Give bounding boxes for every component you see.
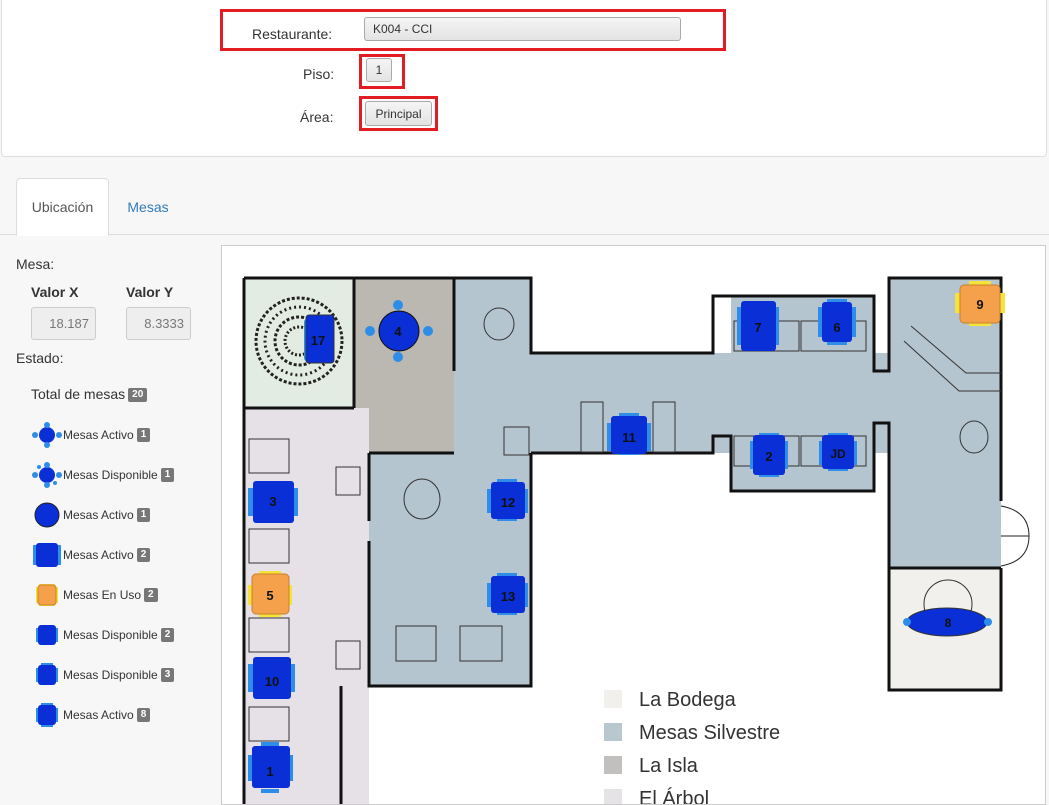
zone-swatch <box>604 756 622 774</box>
legend-label: Mesas Disponible <box>63 468 158 482</box>
table-2[interactable]: 2 <box>750 433 788 477</box>
table-12[interactable]: 12 <box>487 479 528 521</box>
restaurant-select-value: K004 - CCI <box>373 22 433 36</box>
table-13[interactable]: 13 <box>487 573 528 615</box>
tab-bar: Ubicación Mesas <box>0 178 1049 236</box>
legend-label: Mesas En Uso <box>63 588 142 602</box>
area-button[interactable]: Principal <box>365 101 432 126</box>
zone-label: La Isla <box>639 755 699 777</box>
table-6[interactable]: 6 <box>818 299 856 345</box>
total-mesas-badge: 20 <box>128 388 148 403</box>
legend-label: Mesas Activo <box>63 508 134 522</box>
square-available-icon <box>31 662 63 688</box>
legend-row: Mesas Disponible 1 <box>31 462 175 488</box>
table-number: 5 <box>266 588 273 603</box>
table-17[interactable]: 17 <box>304 314 335 364</box>
table-9[interactable]: 9 <box>955 281 1005 326</box>
table-number: 12 <box>501 495 515 510</box>
tab-mesas-label: Mesas <box>127 198 169 215</box>
zone-label: Mesas Silvestre <box>639 722 780 744</box>
area-button-value: Principal <box>375 106 422 121</box>
legend-row: Mesas Activo 2 <box>31 542 151 568</box>
table-number: 4 <box>394 324 402 339</box>
legend-label: Mesas Disponible <box>63 668 158 682</box>
estado-label: Estado: <box>16 350 64 366</box>
valor-y-input[interactable]: 8.3333 <box>126 307 191 340</box>
zone-label: El Árbol <box>639 787 709 805</box>
legend-count: 3 <box>160 668 175 682</box>
legend-label: Mesas Disponible <box>63 628 158 642</box>
square-active-icon <box>31 702 63 728</box>
square-large-active-icon <box>31 542 63 568</box>
floor-label: Piso: <box>303 66 335 82</box>
table-number: 10 <box>265 674 279 689</box>
round-small-active-icon <box>31 422 63 448</box>
legend-count: 1 <box>136 508 151 522</box>
round-large-active-icon <box>31 502 63 528</box>
door-decoration <box>1000 505 1030 567</box>
legend-row: Mesas Disponible 3 <box>31 662 175 688</box>
legend-row: Mesas Disponible 2 <box>31 622 175 648</box>
table-number: 2 <box>765 449 772 464</box>
valor-x-input[interactable]: 18.187 <box>31 307 96 340</box>
zone-swatch <box>604 789 622 804</box>
tab-ubicacion[interactable]: Ubicación <box>16 178 109 236</box>
table-number: 6 <box>833 320 840 335</box>
legend-label: Mesas Activo <box>63 428 134 442</box>
table-number: 3 <box>269 494 276 509</box>
legend-count: 2 <box>136 548 151 562</box>
round-small-available-icon <box>31 462 63 488</box>
table-5[interactable]: 5 <box>248 571 292 617</box>
floor-plan: 17 4 7 6 9 11 2 JD 3 12 5 13 8 10 1 La B… <box>221 245 1046 805</box>
total-mesas: Total de mesas 20 <box>31 386 148 403</box>
table-number: 9 <box>976 297 983 312</box>
table-number: 1 <box>266 764 273 779</box>
restaurant-label: Restaurante: <box>252 26 333 42</box>
legend-row: Mesas En Uso 2 <box>31 582 158 608</box>
zone-legend: La Bodega Mesas Silvestre La Isla El Árb… <box>604 689 780 805</box>
table-number: 8 <box>945 616 952 630</box>
legend-label: Mesas Activo <box>63 548 134 562</box>
mesa-label: Mesa: <box>16 256 55 272</box>
table-jd[interactable]: JD <box>819 433 857 471</box>
square-available-icon <box>31 622 63 648</box>
zone-label: La Bodega <box>639 689 737 711</box>
legend-count: 2 <box>144 588 158 602</box>
legend-count: 1 <box>136 428 151 442</box>
table-11[interactable]: 11 <box>607 413 651 455</box>
area-label: Área: <box>300 109 334 125</box>
table-number: JD <box>830 447 846 461</box>
restaurant-select[interactable]: K004 - CCI <box>364 17 681 41</box>
table-7[interactable]: 7 <box>737 301 779 351</box>
legend-count: 8 <box>136 708 151 722</box>
floor-plan-canvas: 17 4 7 6 9 11 2 JD 3 12 5 13 8 10 1 La B… <box>242 276 1030 805</box>
floor-button-value: 1 <box>375 63 383 77</box>
valor-y-label: Valor Y <box>126 284 174 300</box>
valor-x-label: Valor X <box>31 284 79 300</box>
total-mesas-label: Total de mesas <box>31 386 126 402</box>
table-number: 13 <box>501 589 515 604</box>
table-number: 17 <box>311 333 325 348</box>
tab-mesas[interactable]: Mesas <box>112 178 184 235</box>
table-3[interactable]: 3 <box>248 481 298 523</box>
legend-label: Mesas Activo <box>63 708 134 722</box>
zone-swatch <box>604 723 622 741</box>
table-10[interactable]: 10 <box>248 657 295 699</box>
legend-count: 1 <box>160 468 175 482</box>
legend-row: Mesas Activo 8 <box>31 702 151 728</box>
legend-count: 2 <box>160 628 175 642</box>
table-number: 11 <box>622 430 636 445</box>
table-number: 7 <box>754 320 761 335</box>
zone-swatch <box>604 690 622 708</box>
legend-row: Mesas Activo 1 <box>31 502 151 528</box>
table-1[interactable]: 1 <box>248 742 293 793</box>
floor-button[interactable]: 1 <box>366 58 392 82</box>
tab-ubicacion-label: Ubicación <box>31 199 94 215</box>
square-in-use-icon <box>31 582 63 608</box>
legend-row: Mesas Activo 1 <box>31 422 151 448</box>
